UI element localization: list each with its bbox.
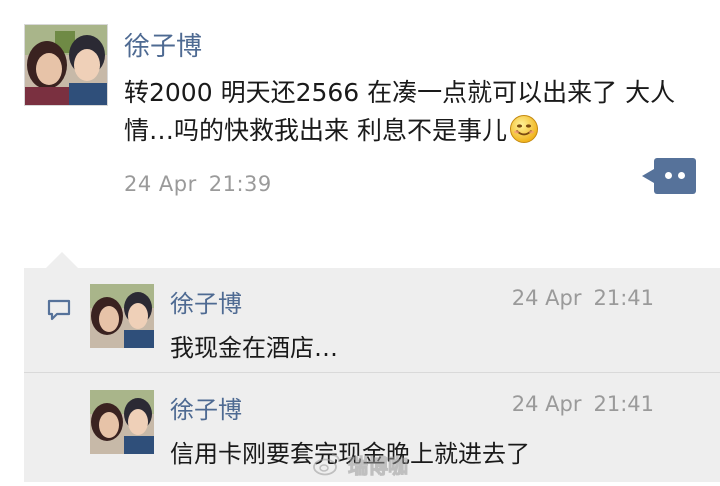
post-timestamp: 24 Apr 21:39 bbox=[124, 172, 272, 196]
post-author-name[interactable]: 徐子博 bbox=[124, 26, 202, 63]
more-actions-button[interactable] bbox=[642, 158, 696, 194]
comment-avatar[interactable] bbox=[90, 284, 154, 348]
comment-timestamp: 24 Apr 21:41 bbox=[512, 392, 654, 416]
comment-text: 我现金在酒店… bbox=[170, 334, 338, 362]
more-dot-icon bbox=[665, 172, 672, 179]
comment-author-name[interactable]: 徐子博 bbox=[170, 284, 242, 319]
comment-time: 21:41 bbox=[593, 392, 654, 416]
more-dot-icon bbox=[678, 172, 685, 179]
comment-date: 24 Apr bbox=[511, 286, 582, 310]
comment-avatar[interactable] bbox=[90, 390, 154, 454]
comment-date: 24 Apr bbox=[511, 392, 582, 416]
weibo-watermark: 瑞博咖 bbox=[312, 450, 409, 478]
comment-icon bbox=[46, 298, 72, 322]
post-avatar[interactable] bbox=[24, 24, 108, 106]
post-time: 21:39 bbox=[208, 172, 272, 196]
comment-author-name[interactable]: 徐子博 bbox=[170, 390, 242, 425]
post-date: 24 Apr bbox=[124, 172, 197, 196]
post-text: 转2000 明天还2566 在凑一点就可以出来了 大人情…吗的快救我出来 利息不… bbox=[124, 74, 704, 150]
comment-timestamp: 24 Apr 21:41 bbox=[512, 286, 654, 310]
post-text-content: 转2000 明天还2566 在凑一点就可以出来了 大人情…吗的快救我出来 利息不… bbox=[124, 78, 676, 145]
smile-emoji-icon bbox=[509, 114, 539, 144]
watermark-text: 瑞博咖 bbox=[348, 453, 409, 478]
comment-item: 徐子博 24 Apr 21:41 我现金在酒店… bbox=[90, 284, 720, 380]
comment-time: 21:41 bbox=[593, 286, 654, 310]
weibo-logo-icon bbox=[313, 454, 340, 476]
comments-pointer bbox=[46, 252, 78, 268]
comment-divider bbox=[24, 372, 720, 373]
